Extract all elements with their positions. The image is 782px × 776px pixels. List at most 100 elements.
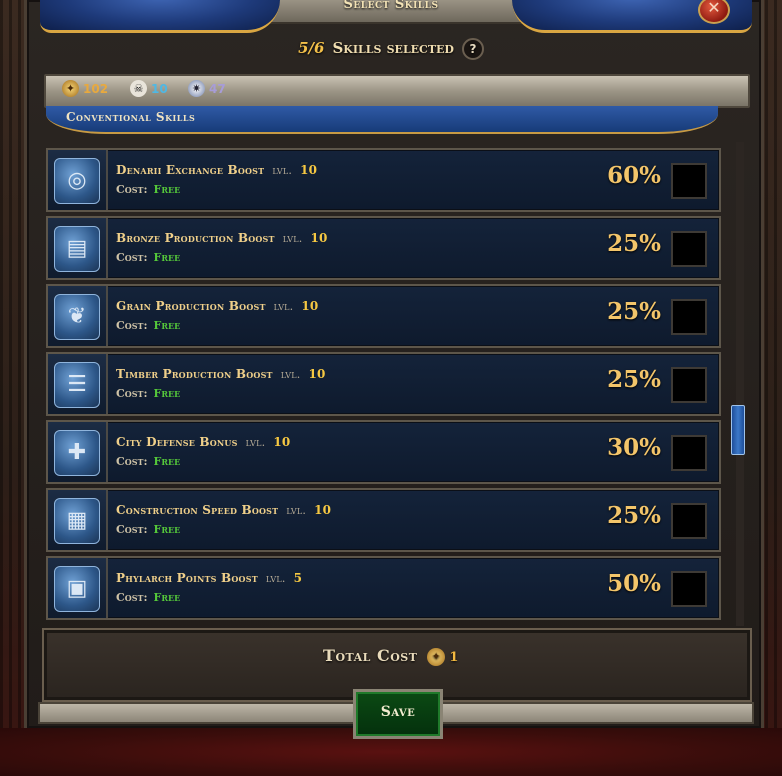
dialog-title: Select Skills [343,0,439,12]
skill-icon-box: ◎ [48,150,108,210]
skill-row[interactable]: ◎ Denarii Exchange Boost lvl. 10 Cost: Free… [46,148,721,212]
skill-icon-box: ▣ [48,558,108,618]
skill-checkbox[interactable] [671,503,707,539]
cost-label: Cost: [116,183,148,196]
cost-line: Cost: Free [116,387,180,400]
skill-name: Bronze Production Boost [116,231,275,245]
cost-line: Cost: Free [116,183,180,196]
skill-checkbox[interactable] [671,367,707,403]
level-value: 10 [314,503,332,517]
skill-row[interactable]: ▤ Bronze Production Boost lvl. 10 Cost: Fre… [46,216,721,280]
timber-icon: ☰ [54,362,100,408]
cost-line: Cost: Free [116,319,180,332]
skill-row[interactable]: ❦ Grain Production Boost lvl. 10 Cost: Free… [46,284,721,348]
skill-icon-box: ✚ [48,422,108,482]
cost-line: Cost: Free [116,251,180,264]
skill-percent: 25% [607,366,661,393]
skill-name: Construction Speed Boost [116,503,279,517]
level-label: lvl. [280,368,301,381]
skill-percent: 25% [607,502,661,529]
section-header: Conventional Skills [46,106,718,134]
skill-list: ◎ Denarii Exchange Boost lvl. 10 Cost: Free… [42,142,722,626]
skill-row[interactable]: ▣ Phylarch Points Boost lvl. 5 Cost: Free 5… [46,556,721,620]
scrollbar-thumb[interactable] [731,405,745,455]
level-value: 10 [308,367,326,381]
skill-name-line: Bronze Production Boost lvl. 10 [116,231,328,245]
cost-value: Free [153,523,181,536]
skill-percent: 50% [607,570,661,597]
skill-name-line: Construction Speed Boost lvl. 10 [116,503,331,517]
resource-skull-value: 10 [151,81,168,96]
grain-icon: ❦ [54,294,100,340]
cost-label: Cost: [116,387,148,400]
skill-checkbox[interactable] [671,571,707,607]
cost-value: Free [153,183,181,196]
skill-icon-box: ▤ [48,218,108,278]
total-cost: Total Cost ✦ 1 [0,646,782,666]
construction-icon: ▦ [54,498,100,544]
skill-name: City Defense Bonus [116,435,238,449]
total-cost-amount: 1 [449,650,459,665]
scrollbar-track[interactable] [736,142,744,626]
cost-label: Cost: [116,319,148,332]
level-value: 10 [273,435,291,449]
skill-checkbox[interactable] [671,299,707,335]
skill-checkbox[interactable] [671,435,707,471]
skill-icon-box: ❦ [48,286,108,346]
close-icon: ✕ [707,0,721,17]
resource-gem: ✷ 47 [188,80,226,97]
level-value: 10 [310,231,328,245]
selection-status: 5/6 Skills selected? [0,38,782,60]
skill-name: Timber Production Boost [116,367,273,381]
selection-label: Skills selected [332,39,454,57]
skill-checkbox[interactable] [671,163,707,199]
skill-row[interactable]: ▦ Construction Speed Boost lvl. 10 Cost: Fr… [46,488,721,552]
skill-percent: 25% [607,298,661,325]
skill-icon-box: ▦ [48,490,108,550]
skill-icon-box: ☰ [48,354,108,414]
skill-name-line: Phylarch Points Boost lvl. 5 [116,571,302,585]
cost-value: Free [153,319,181,332]
skill-name-line: City Defense Bonus lvl. 10 [116,435,290,449]
resource-gem-value: 47 [209,81,226,96]
skill-checkbox[interactable] [671,231,707,267]
level-label: lvl. [282,232,303,245]
level-value: 10 [300,163,318,177]
cost-value: Free [153,387,181,400]
skill-name-line: Denarii Exchange Boost lvl. 10 [116,163,317,177]
cost-line: Cost: Free [116,591,180,604]
section-title: Conventional Skills [66,110,196,124]
skill-row[interactable]: ✚ City Defense Bonus lvl. 10 Cost: Free 30% [46,420,721,484]
skill-name-line: Timber Production Boost lvl. 10 [116,367,326,381]
level-label: lvl. [272,164,293,177]
cost-value: Free [153,455,181,468]
level-label: lvl. [265,572,286,585]
resource-gold-value: 102 [83,81,109,96]
cost-value: Free [153,251,181,264]
cost-label: Cost: [116,455,148,468]
help-icon[interactable]: ? [461,38,484,60]
skill-name: Phylarch Points Boost [116,571,258,585]
coin-icon: ✦ [62,80,79,97]
coin-icon: ✦ [427,647,446,666]
resource-skull: ☠ 10 [130,80,168,97]
save-button[interactable]: Save [353,689,443,739]
cost-label: Cost: [116,251,148,264]
level-value: 5 [293,571,303,585]
skill-name-line: Grain Production Boost lvl. 10 [116,299,318,313]
bronze-icon: ▤ [54,226,100,272]
denarii-icon: ◎ [54,158,100,204]
skill-percent: 60% [607,162,661,189]
cost-value: Free [153,591,181,604]
city-defense-icon: ✚ [54,430,100,476]
level-label: lvl. [286,504,307,517]
cost-label: Cost: [116,523,148,536]
total-cost-label: Total Cost [323,646,418,665]
skill-row[interactable]: ☰ Timber Production Boost lvl. 10 Cost: Fre… [46,352,721,416]
cost-line: Cost: Free [116,455,180,468]
cost-line: Cost: Free [116,523,180,536]
level-label: lvl. [245,436,266,449]
skull-icon: ☠ [130,80,147,97]
gem-icon: ✷ [188,80,205,97]
cost-label: Cost: [116,591,148,604]
